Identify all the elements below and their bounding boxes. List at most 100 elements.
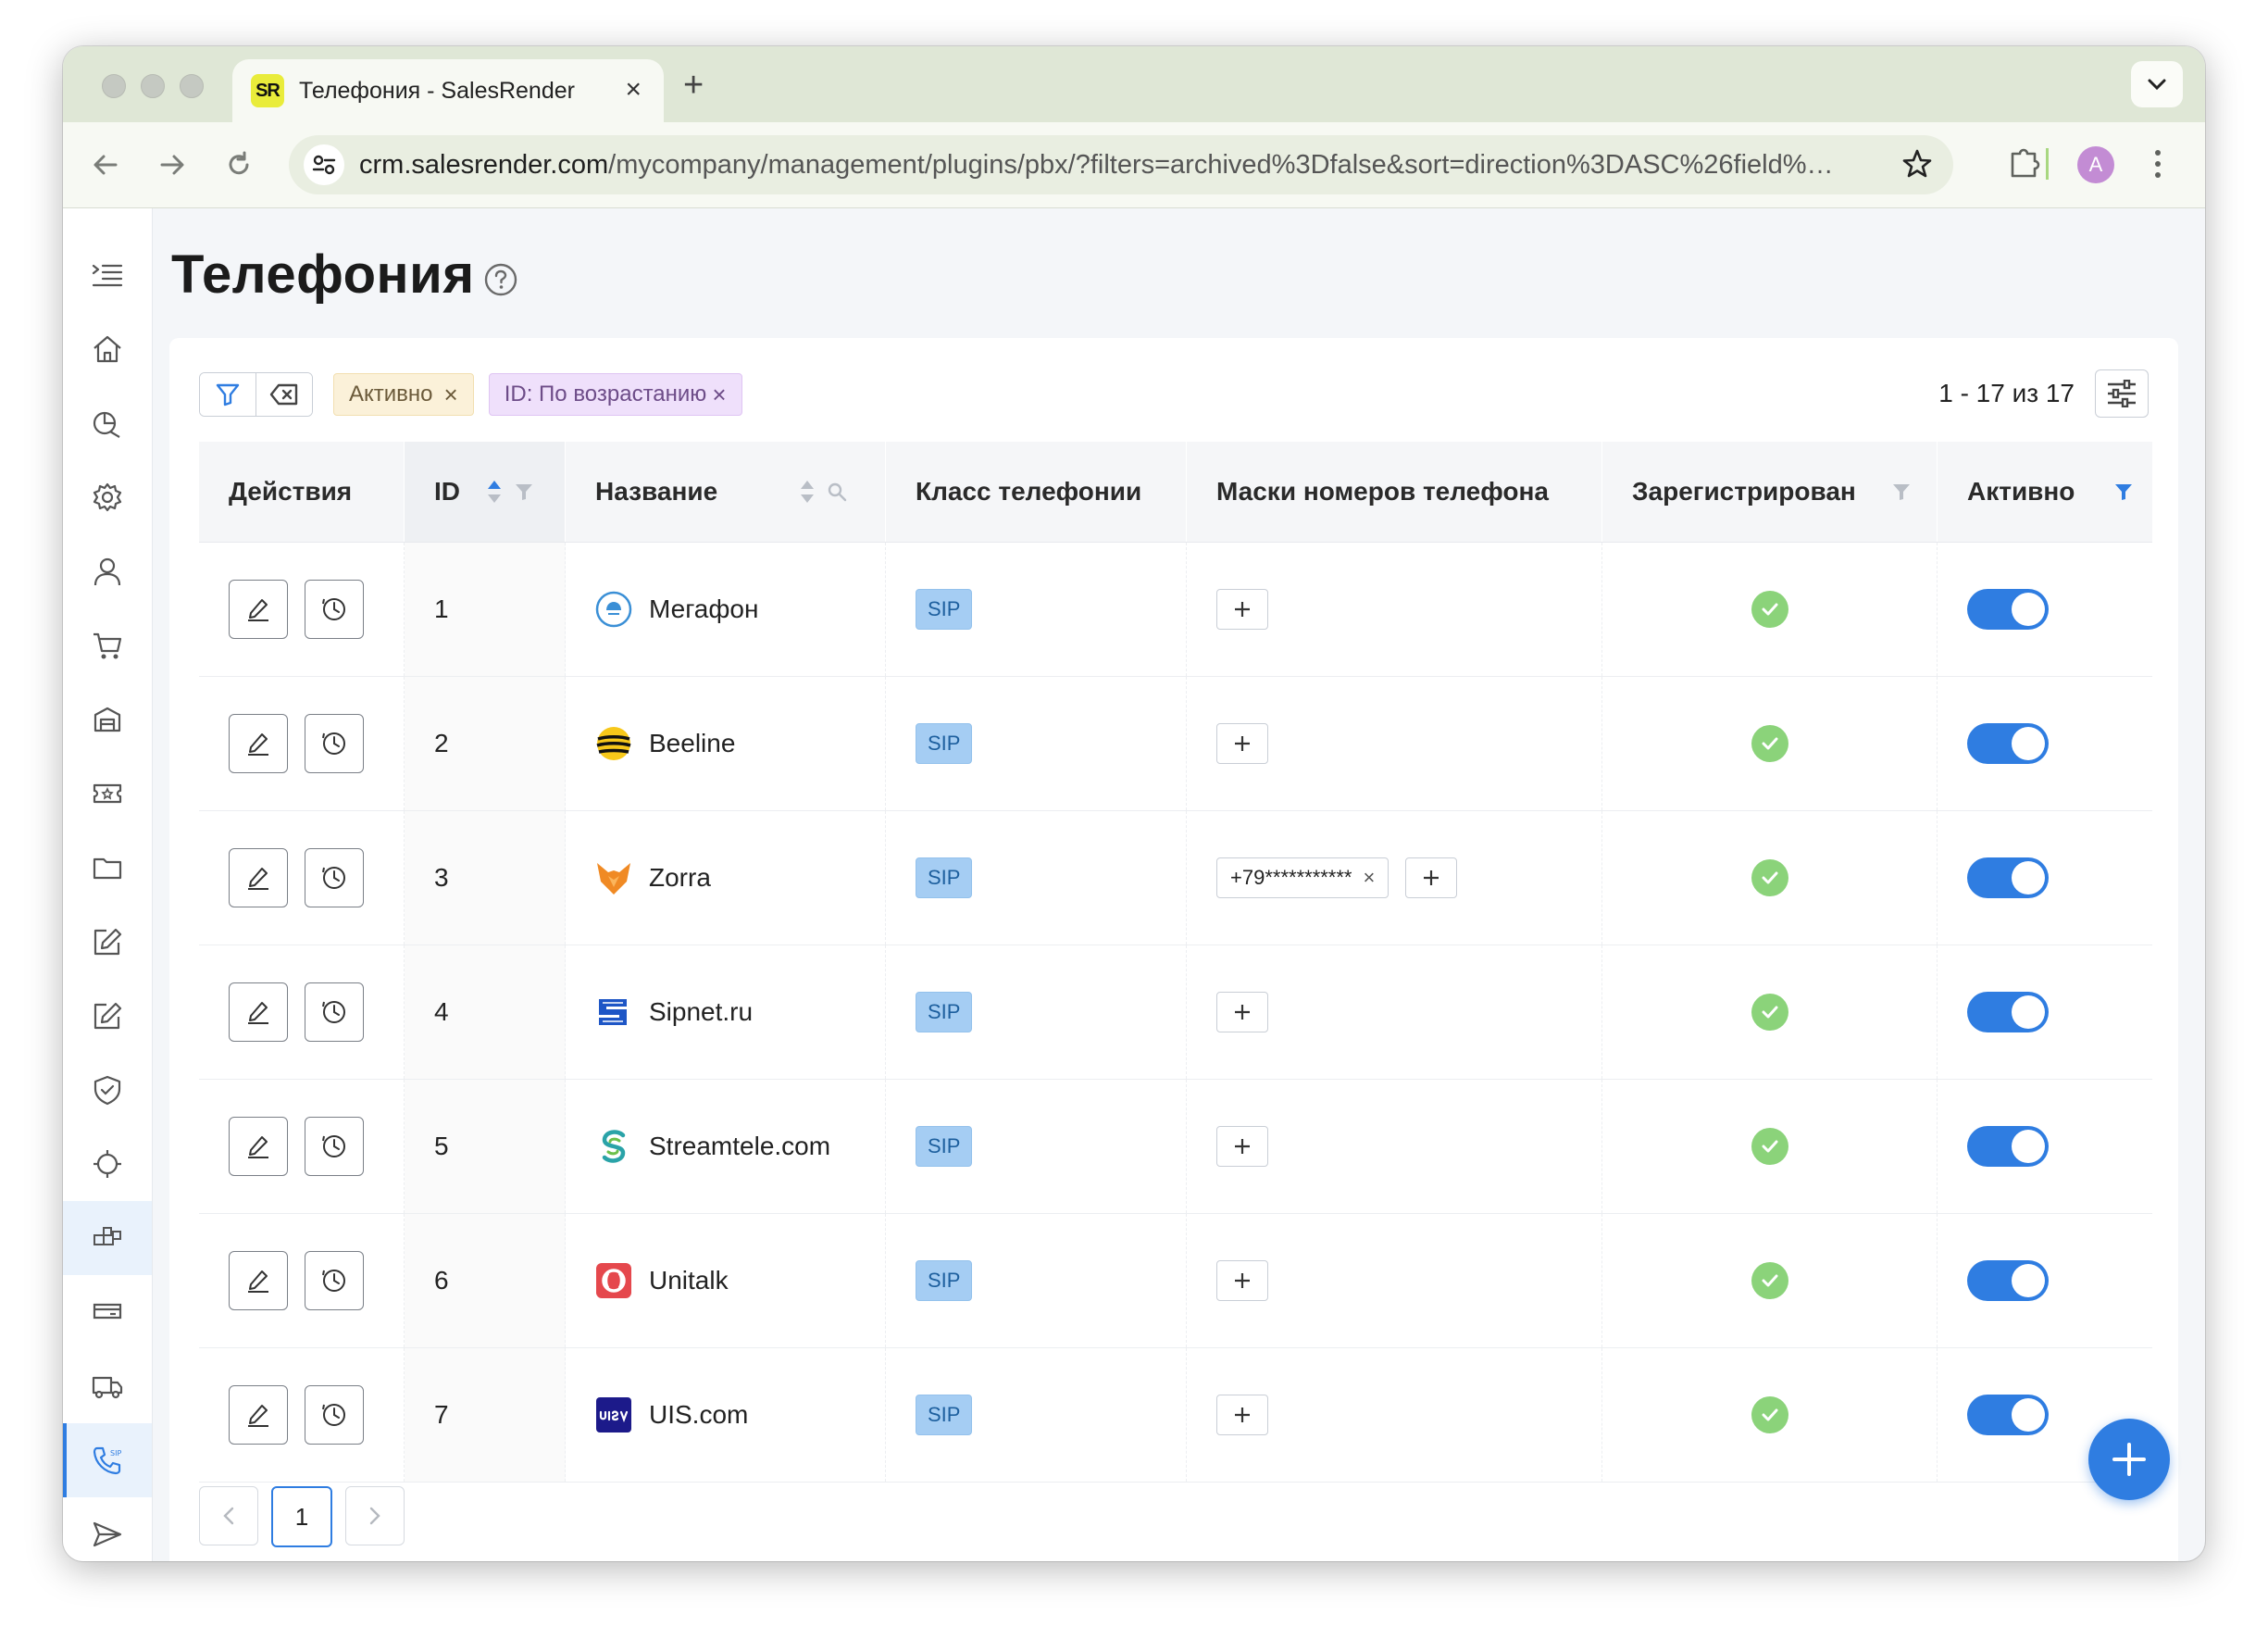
address-bar[interactable]: crm.salesrender.com/mycompany/management…	[289, 135, 1953, 194]
row-name[interactable]: Unitalk	[649, 1266, 729, 1295]
sidebar-edit-icon[interactable]	[63, 905, 152, 979]
sidebar-settings-gear-icon[interactable]	[63, 460, 152, 534]
plus-icon	[1235, 1273, 1250, 1288]
history-button[interactable]	[305, 580, 364, 639]
sidebar-telephony-icon[interactable]: SIP	[63, 1423, 152, 1497]
back-arrow-icon[interactable]	[83, 143, 128, 187]
edit-button[interactable]	[229, 580, 288, 639]
tab-search-chevron-icon[interactable]	[2131, 61, 2183, 107]
column-settings-button[interactable]	[2095, 369, 2149, 418]
sort-arrows-icon[interactable]	[799, 479, 816, 505]
add-mask-button[interactable]	[1216, 1126, 1268, 1167]
row-name[interactable]: Beeline	[649, 729, 735, 758]
sidebar-analytics-icon[interactable]	[63, 386, 152, 460]
column-filter-active-icon[interactable]	[2113, 482, 2134, 502]
history-button[interactable]	[305, 982, 364, 1042]
row-name[interactable]: Мегафон	[649, 594, 758, 624]
help-question-icon[interactable]	[483, 262, 518, 302]
add-mask-button[interactable]	[1405, 857, 1458, 898]
add-mask-button[interactable]	[1216, 589, 1268, 630]
url-text[interactable]: crm.salesrender.com/mycompany/management…	[359, 150, 1896, 181]
mask-tag[interactable]: +79*********** ×	[1216, 857, 1389, 898]
sort-arrows-icon[interactable]	[486, 479, 503, 505]
sort-chip-id[interactable]: ID: По возрастанию ×	[488, 373, 742, 416]
extensions-puzzle-icon[interactable]	[2007, 144, 2042, 186]
forward-arrow-icon[interactable]	[150, 143, 194, 187]
add-mask-button[interactable]	[1216, 992, 1268, 1032]
sliders-icon	[2108, 380, 2136, 407]
edit-button[interactable]	[229, 982, 288, 1042]
active-toggle[interactable]	[1967, 589, 2049, 630]
sidebar-folder-icon[interactable]	[63, 831, 152, 905]
header-id[interactable]: ID	[405, 442, 566, 542]
header-registered[interactable]: Зарегистрирован	[1602, 442, 1938, 542]
add-mask-button[interactable]	[1216, 723, 1268, 764]
edit-button[interactable]	[229, 1385, 288, 1445]
site-settings-icon[interactable]	[304, 144, 344, 185]
active-toggle[interactable]	[1967, 1126, 2049, 1167]
filter-chip-active[interactable]: Активно ×	[333, 373, 474, 416]
edit-button[interactable]	[229, 1117, 288, 1176]
sidebar-target-icon[interactable]	[63, 1127, 152, 1201]
sidebar-send-icon[interactable]	[63, 1497, 152, 1561]
zoom-window-button[interactable]	[180, 74, 204, 98]
sidebar-delivery-truck-icon[interactable]	[63, 1349, 152, 1423]
app-sidebar: SIP	[63, 208, 153, 1561]
row-registered	[1602, 811, 1938, 945]
reload-icon[interactable]	[217, 143, 261, 187]
chip-close-icon[interactable]: ×	[444, 381, 458, 409]
history-button[interactable]	[305, 1117, 364, 1176]
history-button[interactable]	[305, 1385, 364, 1445]
sidebar-cart-icon[interactable]	[63, 608, 152, 682]
minimize-window-button[interactable]	[141, 74, 165, 98]
sidebar-edit-2-icon[interactable]	[63, 979, 152, 1053]
chip-close-icon[interactable]: ×	[712, 381, 726, 409]
profile-avatar[interactable]: A	[2077, 146, 2114, 183]
add-mask-button[interactable]	[1216, 1395, 1268, 1435]
bookmark-star-icon[interactable]	[1901, 148, 1933, 184]
next-page-button[interactable]	[345, 1486, 405, 1545]
active-toggle[interactable]	[1967, 723, 2049, 764]
row-name[interactable]: UIS.com	[649, 1400, 748, 1430]
row-name[interactable]: Streamtele.com	[649, 1132, 830, 1161]
sidebar-plugins-icon[interactable]	[63, 1201, 152, 1275]
edit-button[interactable]	[229, 714, 288, 773]
sidebar-home-icon[interactable]	[63, 312, 152, 386]
page-number-button[interactable]: 1	[271, 1486, 332, 1547]
column-search-icon[interactable]	[827, 482, 847, 502]
row-name[interactable]: Zorra	[649, 863, 711, 893]
header-active[interactable]: Активно	[1938, 442, 2152, 542]
sip-badge: SIP	[916, 992, 973, 1032]
sidebar-user-icon[interactable]	[63, 534, 152, 608]
close-window-button[interactable]	[102, 74, 126, 98]
add-telephony-fab-button[interactable]	[2088, 1419, 2170, 1500]
clear-filters-button[interactable]	[255, 373, 312, 416]
active-toggle[interactable]	[1967, 1395, 2049, 1435]
column-filter-icon[interactable]	[514, 482, 534, 502]
tab-close-icon[interactable]: ×	[625, 76, 642, 104]
row-name[interactable]: Sipnet.ru	[649, 997, 753, 1027]
header-name[interactable]: Название	[566, 442, 886, 542]
add-mask-button[interactable]	[1216, 1260, 1268, 1301]
history-button[interactable]	[305, 714, 364, 773]
history-button[interactable]	[305, 848, 364, 907]
sidebar-ticket-icon[interactable]	[63, 757, 152, 831]
sidebar-payment-icon[interactable]	[63, 1275, 152, 1349]
sidebar-collapse-icon[interactable]	[63, 238, 152, 312]
active-toggle[interactable]	[1967, 857, 2049, 898]
browser-menu-icon[interactable]	[2153, 148, 2162, 184]
prev-page-button[interactable]	[199, 1486, 258, 1545]
column-filter-icon[interactable]	[1891, 482, 1912, 502]
edit-button[interactable]	[229, 848, 288, 907]
active-toggle[interactable]	[1967, 992, 2049, 1032]
active-toggle[interactable]	[1967, 1260, 2049, 1301]
new-tab-icon[interactable]: +	[683, 67, 704, 104]
sidebar-warehouse-icon[interactable]	[63, 682, 152, 757]
edit-button[interactable]	[229, 1251, 288, 1310]
history-button[interactable]	[305, 1251, 364, 1310]
filter-button-group	[199, 372, 313, 417]
sidebar-shield-icon[interactable]	[63, 1053, 152, 1127]
filter-funnel-button[interactable]	[200, 373, 255, 416]
mask-remove-icon[interactable]: ×	[1364, 866, 1376, 890]
browser-tab[interactable]: SR Телефония - SalesRender ×	[232, 59, 664, 122]
